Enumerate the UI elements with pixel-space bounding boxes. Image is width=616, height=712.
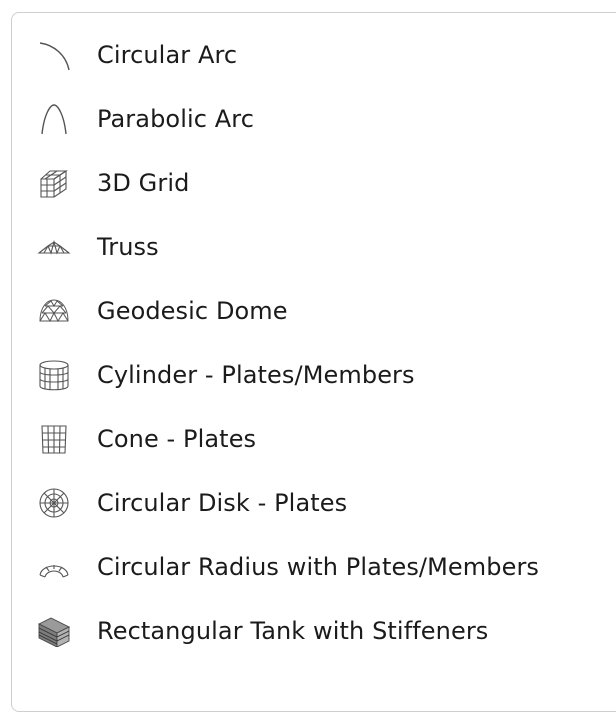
- menu-item-circular-arc[interactable]: Circular Arc: [12, 23, 612, 87]
- menu-item-circular-disk[interactable]: Circular Disk - Plates: [12, 471, 612, 535]
- structure-generator-menu: Circular Arc Parabolic Arc 3D Grid Truss…: [11, 12, 616, 712]
- parabolic-arc-icon: [36, 103, 72, 135]
- circular-radius-icon: [36, 551, 72, 583]
- menu-item-rectangular-tank[interactable]: Rectangular Tank with Stiffeners: [12, 599, 612, 663]
- menu-item-parabolic-arc[interactable]: Parabolic Arc: [12, 87, 612, 151]
- geodesic-dome-icon: [36, 295, 72, 327]
- menu-item-circular-radius[interactable]: Circular Radius with Plates/Members: [12, 535, 612, 599]
- menu-item-cone[interactable]: Cone - Plates: [12, 407, 612, 471]
- menu-item-label: Parabolic Arc: [97, 105, 255, 133]
- menu-item-label: Circular Radius with Plates/Members: [97, 553, 540, 581]
- menu-item-geodesic-dome[interactable]: Geodesic Dome: [12, 279, 612, 343]
- rectangular-tank-icon: [36, 615, 72, 647]
- cylinder-icon: [36, 359, 72, 391]
- truss-icon: [36, 231, 72, 263]
- menu-item-label: Circular Disk - Plates: [97, 489, 348, 517]
- menu-item-label: Cylinder - Plates/Members: [97, 361, 415, 389]
- menu-item-label: Cone - Plates: [97, 425, 257, 453]
- menu-item-truss[interactable]: Truss: [12, 215, 612, 279]
- circular-arc-icon: [36, 39, 72, 71]
- menu-item-label: Truss: [97, 233, 159, 261]
- circular-disk-icon: [36, 487, 72, 519]
- menu-item-label: Circular Arc: [97, 41, 238, 69]
- menu-item-label: Rectangular Tank with Stiffeners: [97, 617, 489, 645]
- menu-item-3d-grid[interactable]: 3D Grid: [12, 151, 612, 215]
- menu-item-cylinder[interactable]: Cylinder - Plates/Members: [12, 343, 612, 407]
- cone-icon: [36, 423, 72, 455]
- 3d-grid-icon: [36, 167, 72, 199]
- menu-item-label: 3D Grid: [97, 169, 190, 197]
- menu-item-label: Geodesic Dome: [97, 297, 288, 325]
